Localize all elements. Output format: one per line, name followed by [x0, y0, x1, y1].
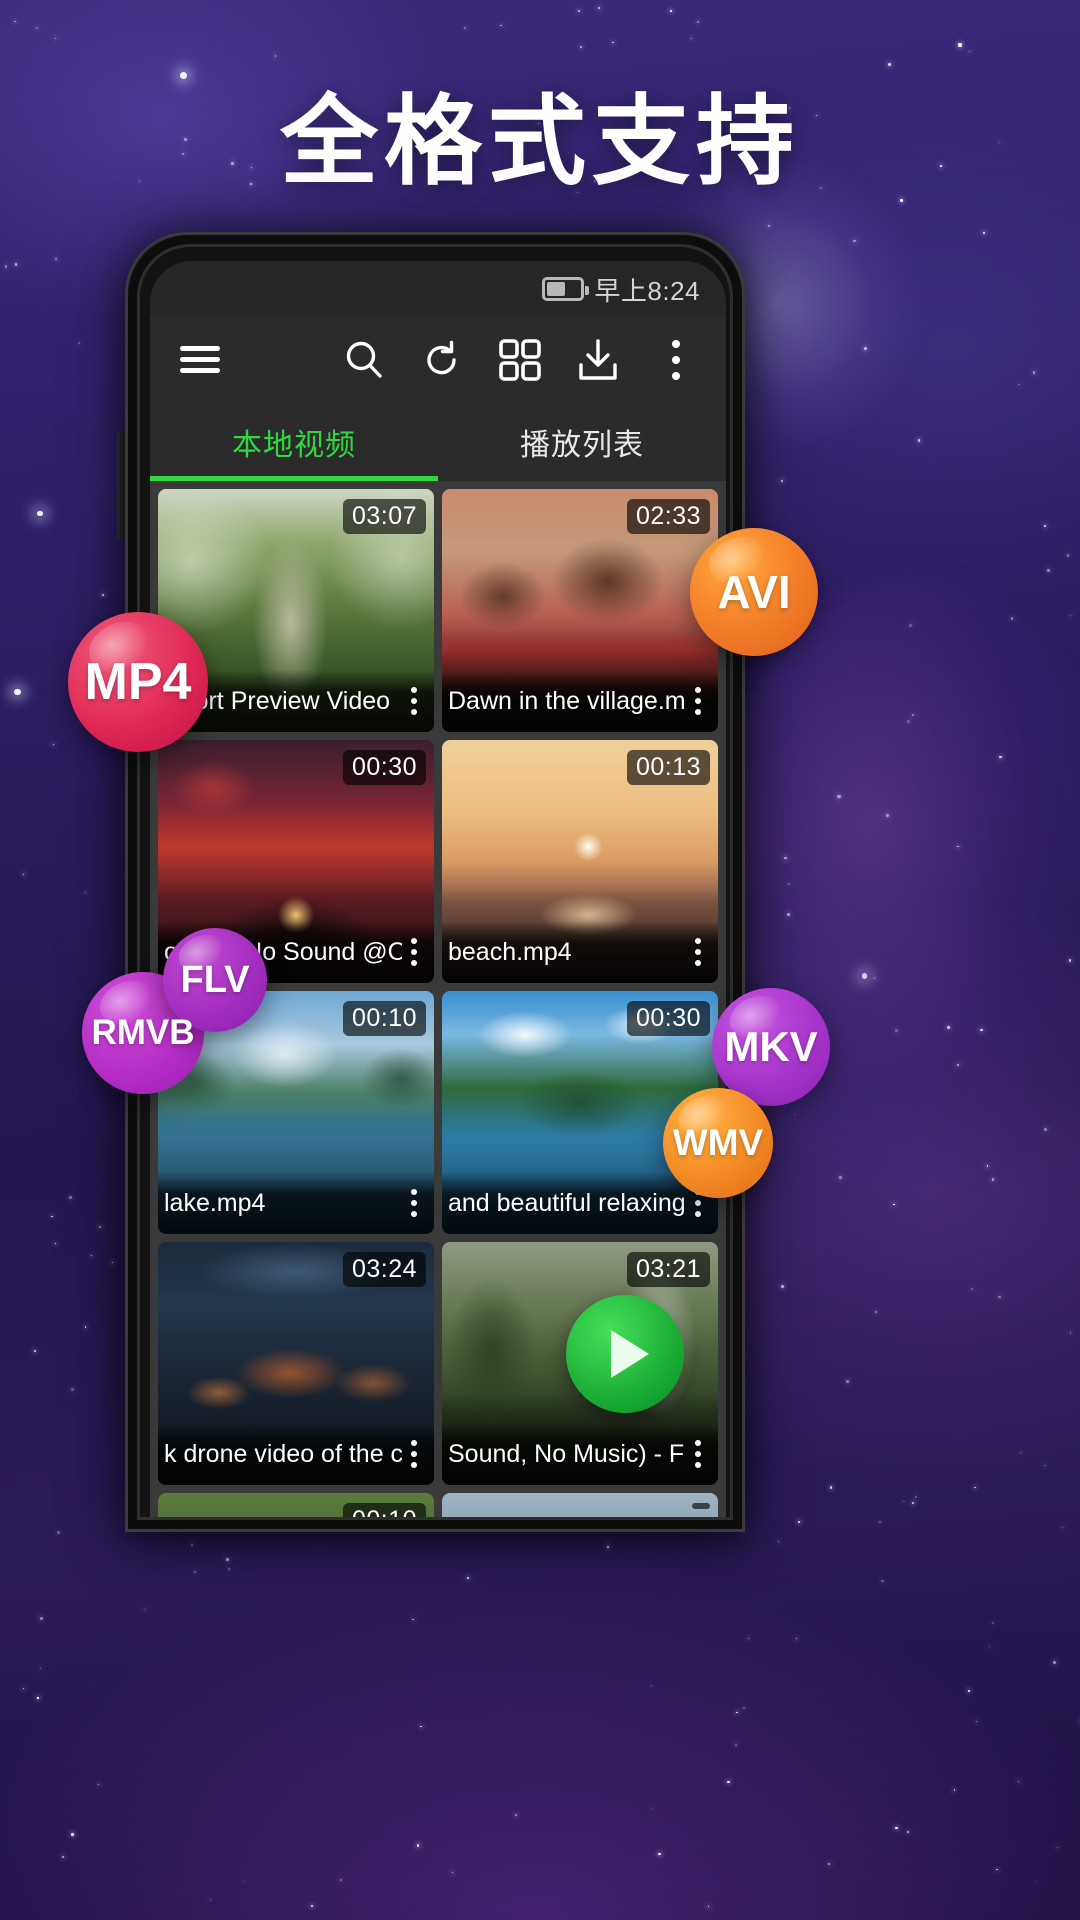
format-bubble-label: AVI	[717, 566, 791, 618]
thumbnail-detail	[442, 1493, 718, 1529]
video-caption-bar: and beautiful relaxing m	[442, 1172, 718, 1234]
video-title: Sound, No Music) - F	[448, 1439, 685, 1468]
video-title: k drone video of the cra	[164, 1439, 402, 1468]
refresh-icon[interactable]	[414, 332, 470, 388]
video-more-icon[interactable]	[402, 1189, 428, 1217]
phone-screen: 早上8:24 本地视频 播放列表 03:07 Short Preview Vid…	[150, 261, 726, 1529]
phone-mockup: 早上8:24 本地视频 播放列表 03:07 Short Preview Vid…	[125, 232, 745, 1532]
video-more-icon[interactable]	[402, 1440, 428, 1468]
video-more-icon[interactable]	[402, 687, 428, 715]
grid-view-icon[interactable]	[492, 332, 548, 388]
page-title: 全格式支持	[279, 85, 800, 199]
format-bubble-mp4: MP4	[68, 612, 208, 752]
format-bubble-label: MKV	[724, 1023, 818, 1070]
format-bubble-label: MP4	[84, 653, 192, 711]
video-duration: 00:10	[342, 1503, 426, 1529]
video-card[interactable]: 03:24 k drone video of the cra	[158, 1242, 434, 1485]
tab-active-indicator	[150, 476, 438, 481]
video-duration	[692, 1503, 710, 1509]
video-duration: 03:24	[342, 1252, 426, 1287]
video-more-icon[interactable]	[686, 687, 712, 715]
video-more-icon[interactable]	[686, 938, 712, 966]
status-bar: 早上8:24	[150, 261, 726, 317]
video-title: and beautiful relaxing m	[448, 1188, 686, 1217]
video-duration: 00:13	[626, 750, 710, 785]
video-caption-bar: lake.mp4	[158, 1172, 434, 1234]
play-icon	[611, 1330, 649, 1378]
status-bar-time: 早上8:24	[594, 275, 700, 306]
video-card[interactable]: 02:33 Dawn in the village.mp4	[442, 489, 718, 732]
search-icon[interactable]	[336, 332, 392, 388]
video-title: beach.mp4	[448, 937, 572, 966]
format-bubble-label: WMV	[672, 1122, 764, 1163]
more-vertical-icon[interactable]	[648, 332, 704, 388]
video-more-icon[interactable]	[686, 1440, 712, 1468]
video-duration: 03:21	[626, 1252, 710, 1287]
download-icon[interactable]	[570, 332, 626, 388]
play-fab[interactable]	[566, 1295, 684, 1413]
tab-local-videos[interactable]: 本地视频	[150, 403, 438, 481]
format-bubble-label: FLV	[180, 958, 250, 1001]
video-title: lake.mp4	[164, 1188, 266, 1217]
video-duration: 00:30	[342, 750, 426, 785]
video-card[interactable]	[442, 1493, 718, 1529]
video-card[interactable]: 00:10	[158, 1493, 434, 1529]
tab-bar: 本地视频 播放列表	[150, 403, 726, 481]
video-title: Dawn in the village.mp4	[448, 686, 686, 715]
video-caption-bar: Dawn in the village.mp4	[442, 670, 718, 732]
video-more-icon[interactable]	[402, 938, 428, 966]
battery-icon	[542, 277, 590, 301]
video-duration: 03:07	[342, 499, 426, 534]
format-bubble-wmv: WMV	[663, 1088, 773, 1198]
app-toolbar	[150, 317, 726, 403]
video-duration: 00:30	[626, 1001, 710, 1036]
format-bubble-avi: AVI	[690, 528, 818, 656]
video-caption-bar: k drone video of the cra	[158, 1423, 434, 1485]
video-card[interactable]: 00:13 beach.mp4	[442, 740, 718, 983]
video-duration: 00:10	[342, 1001, 426, 1036]
video-caption-bar: Sound, No Music) - F	[442, 1423, 718, 1485]
tab-playlist[interactable]: 播放列表	[438, 403, 726, 481]
format-bubble-label: RMVB	[91, 1013, 195, 1052]
video-duration: 02:33	[626, 499, 710, 534]
video-caption-bar: beach.mp4	[442, 921, 718, 983]
hamburger-menu-icon[interactable]	[172, 332, 228, 388]
